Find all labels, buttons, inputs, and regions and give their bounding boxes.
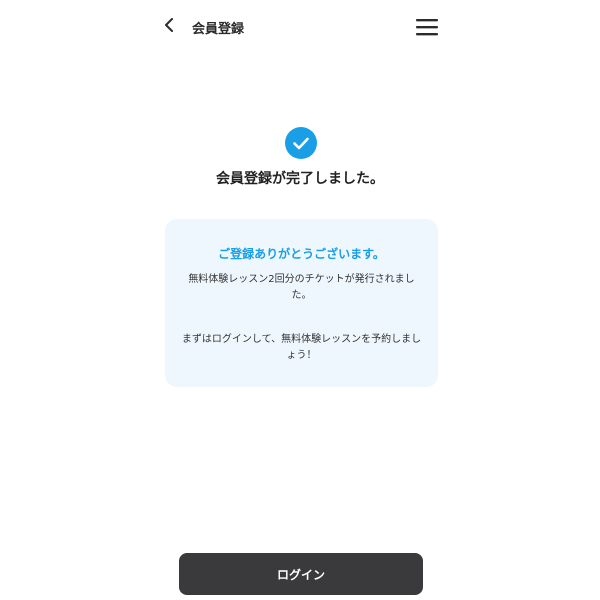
back-button[interactable]: [158, 10, 184, 42]
completion-title: 会員登録が完了しました。: [216, 171, 384, 187]
ticket-issued-text: 無料体験レッスン2回分のチケットが発行されました。: [188, 274, 415, 301]
page-title: 会員登録: [192, 22, 245, 37]
chevron-left-icon: [165, 18, 173, 32]
card-heading: ご登録ありがとうございます。: [218, 247, 385, 261]
welcome-message-card: ご登録ありがとうございます。 無料体験レッスン2回分のチケットが発行されました。…: [165, 219, 438, 387]
registration-complete-screen: 会員登録 会員登録が完了しました。 ご登録ありがとうございます。 無料体験レッス…: [0, 0, 600, 600]
check-circle-icon: [285, 127, 317, 159]
header-bar: 会員登録: [158, 8, 442, 48]
reservation-prompt-text: まずはログインして、無料体験レッスンを予約しましょう！: [181, 334, 422, 361]
menu-button[interactable]: [412, 12, 442, 42]
hamburger-menu-icon: [416, 19, 438, 36]
login-button[interactable]: ログイン: [179, 553, 423, 595]
